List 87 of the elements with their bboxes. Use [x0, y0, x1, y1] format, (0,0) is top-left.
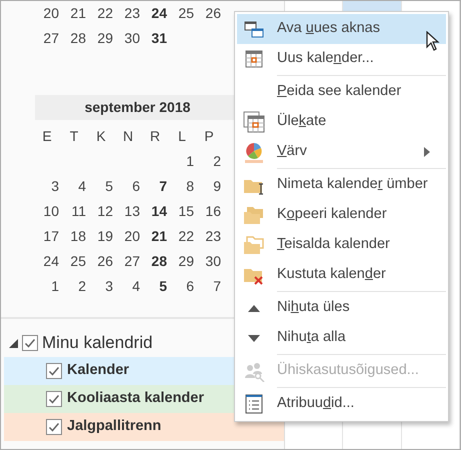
- calendar-label: Kalender: [67, 361, 130, 380]
- calendar-day[interactable]: 29: [89, 28, 116, 49]
- calendar-day[interactable]: 24: [35, 251, 62, 272]
- calendar-day[interactable]: 23: [116, 3, 143, 24]
- calendar-day[interactable]: 15: [170, 201, 197, 222]
- menu-item[interactable]: Ülekate: [237, 107, 446, 137]
- calendar-day[interactable]: 3: [89, 276, 116, 297]
- calendar-day[interactable]: 20: [35, 3, 62, 24]
- checkbox[interactable]: [46, 419, 62, 435]
- calendar-day[interactable]: 31: [143, 28, 170, 49]
- calendar-day[interactable]: 6: [170, 276, 197, 297]
- calendar-day[interactable]: 21: [143, 226, 170, 247]
- menu-item[interactable]: Ava uues aknas: [237, 14, 446, 44]
- folders-icon: [243, 234, 265, 256]
- calendar-day[interactable]: 14: [143, 201, 170, 222]
- calendar-day[interactable]: 28: [143, 251, 170, 272]
- weekday-label: L: [177, 127, 187, 146]
- calendar-row[interactable]: Jalgpallitrenn: [4, 413, 284, 441]
- calendar-day[interactable]: 11: [62, 201, 89, 222]
- calendar-day[interactable]: 20: [116, 226, 143, 247]
- calendar-day[interactable]: 10: [35, 201, 62, 222]
- menu-item[interactable]: Nihuta üles: [237, 293, 446, 323]
- menu-item[interactable]: Uus kalender...: [237, 44, 446, 74]
- calendar-day[interactable]: 9: [197, 176, 224, 197]
- menu-item[interactable]: Nihuta alla: [237, 323, 446, 353]
- calendar-day[interactable]: 26: [89, 251, 116, 272]
- calendar-day[interactable]: 13: [116, 201, 143, 222]
- calendar-day[interactable]: 2: [62, 276, 89, 297]
- calendar-day[interactable]: 1: [170, 151, 197, 172]
- folders-icon: [243, 204, 265, 226]
- submenu-arrow-icon: [424, 147, 430, 157]
- checkbox[interactable]: [46, 363, 62, 379]
- calendar-day[interactable]: 2: [197, 151, 224, 172]
- calendar-day[interactable]: 29: [170, 251, 197, 272]
- calendar-day[interactable]: 7: [197, 276, 224, 297]
- calendar-day[interactable]: 23: [197, 226, 224, 247]
- weekday-label: P: [203, 127, 215, 146]
- calendar-day[interactable]: 22: [89, 3, 116, 24]
- group-label: Minu kalendrid: [42, 332, 153, 354]
- calendar-day[interactable]: 5: [143, 276, 170, 297]
- down-triangle-icon: [248, 334, 260, 342]
- color-wheel-icon: [243, 141, 265, 163]
- calendar-day[interactable]: 5: [89, 176, 116, 197]
- calendar-day[interactable]: 30: [197, 251, 224, 272]
- calendar-day[interactable]: 1: [35, 276, 62, 297]
- menu-item[interactable]: Peida see kalender: [237, 77, 446, 107]
- calendar-day[interactable]: 8: [170, 176, 197, 197]
- calendar-day[interactable]: 12: [89, 201, 116, 222]
- people-icon: [243, 360, 265, 382]
- checkbox[interactable]: [46, 391, 62, 407]
- calendar-icon: [243, 48, 265, 70]
- calendar-day[interactable]: 25: [170, 3, 197, 24]
- calendar-day[interactable]: 6: [116, 176, 143, 197]
- weekday-label: R: [148, 127, 162, 146]
- weekday-label: E: [41, 127, 53, 146]
- calendar-day[interactable]: 4: [116, 276, 143, 297]
- up-triangle-icon: [248, 304, 260, 312]
- weekday-label: T: [68, 127, 80, 146]
- calendar-label: Kooliaasta kalender: [67, 389, 204, 408]
- calendar-day[interactable]: 7: [143, 176, 170, 197]
- calendar-day[interactable]: 18: [62, 226, 89, 247]
- menu-item[interactable]: Kopeeri kalender: [237, 200, 446, 230]
- calendar-day[interactable]: 22: [170, 226, 197, 247]
- calendar-day[interactable]: 25: [62, 251, 89, 272]
- weekday-label: K: [95, 127, 107, 146]
- checkbox[interactable]: [22, 335, 38, 351]
- menu-item[interactable]: Värv: [237, 137, 446, 167]
- calendar-day[interactable]: 19: [89, 226, 116, 247]
- calendar-day[interactable]: 30: [116, 28, 143, 49]
- calendar-day[interactable]: 21: [62, 3, 89, 24]
- calendar-label: Jalgpallitrenn: [67, 417, 162, 436]
- calendar-day[interactable]: 26: [197, 3, 224, 24]
- calendar-day[interactable]: 27: [35, 28, 62, 49]
- calendar-day[interactable]: 27: [116, 251, 143, 272]
- weekday-label: N: [122, 127, 134, 146]
- calendar-day[interactable]: 24: [143, 3, 170, 24]
- calendar-day[interactable]: 28: [62, 28, 89, 49]
- menu-item[interactable]: Nimeta kalender ümber: [237, 170, 446, 200]
- list-icon: [243, 393, 265, 415]
- cursor-icon: [426, 31, 440, 51]
- menu-item[interactable]: Kustuta kalender: [237, 260, 446, 290]
- calendar-day[interactable]: 17: [35, 226, 62, 247]
- menu-item[interactable]: Teisalda kalender: [237, 230, 446, 260]
- calendar-day[interactable]: 3: [35, 176, 62, 197]
- calendar-day[interactable]: 16: [197, 201, 224, 222]
- calendar-overlay-icon: [243, 111, 265, 133]
- calendar-day[interactable]: 4: [62, 176, 89, 197]
